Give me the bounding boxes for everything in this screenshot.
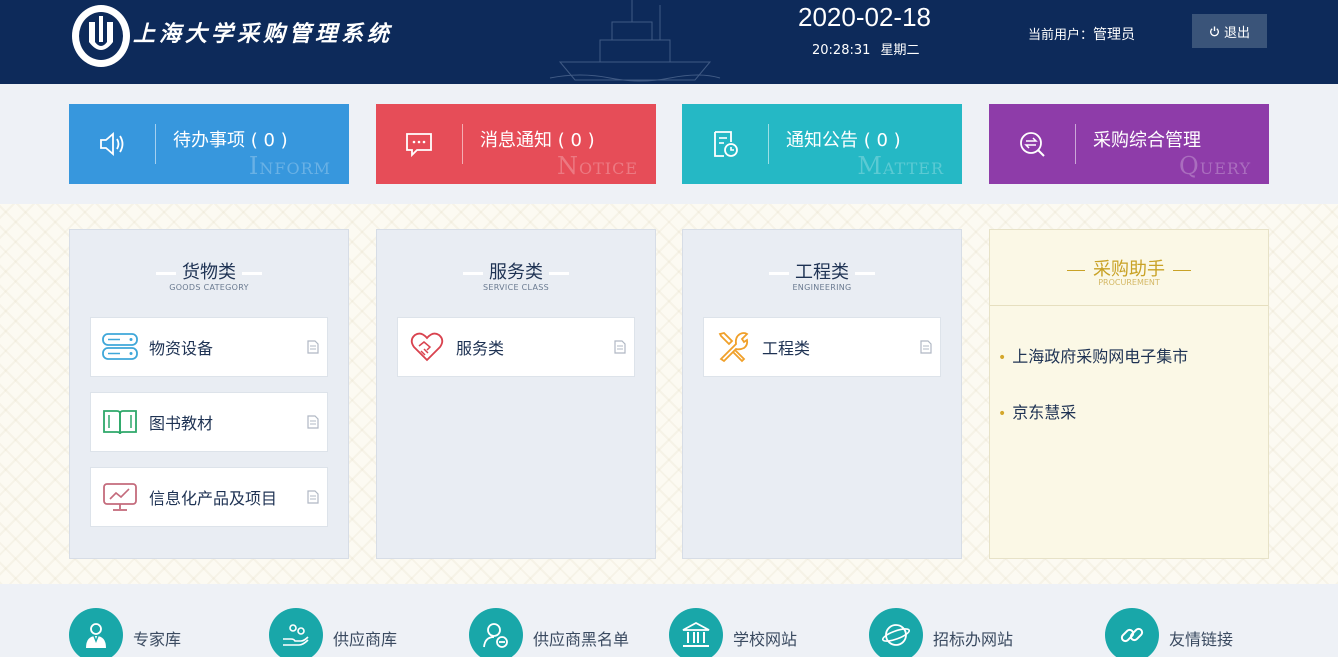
tile-messages[interactable]: 消息通知 ( 0 ) NOTICE	[376, 104, 656, 184]
panel-service-title: 服务类	[377, 258, 655, 284]
panel-goods-title: 货物类	[70, 258, 348, 284]
power-icon	[1209, 25, 1219, 36]
quick-link-school-site-label: 学校网站	[733, 630, 798, 649]
quick-link-supplier-blacklist[interactable]: 供应商黑名单	[469, 608, 629, 657]
document-icon	[307, 415, 319, 429]
document-icon	[307, 340, 319, 354]
quick-link-supplier-blacklist-label: 供应商黑名单	[533, 630, 630, 649]
quick-link-experts-label: 专家库	[133, 630, 182, 649]
helper-subtitle: PROCUREMENT	[1098, 278, 1160, 287]
quick-link-bidding-office-label: 招标办网站	[933, 630, 1014, 649]
tile-messages-ghost: NOTICE	[556, 152, 638, 180]
document-icon	[307, 490, 319, 504]
tile-procurement-management[interactable]: 采购综合管理 QUERY	[989, 104, 1269, 184]
search-exchange-icon	[1020, 132, 1045, 157]
item-it-products-label: 信息化产品及项目	[149, 489, 278, 508]
chat-icon	[406, 133, 432, 158]
weekday: 星期二	[880, 43, 920, 58]
quick-link-experts[interactable]: 专家库	[69, 608, 181, 657]
panel-service-subtitle: SERVICE CLASS	[482, 283, 550, 292]
ship-illustration-icon	[549, 0, 721, 82]
book-icon	[103, 410, 137, 435]
quick-link-suppliers[interactable]: 供应商库	[269, 608, 397, 657]
quick-link-friendly-links-label: 友情链接	[1169, 630, 1234, 649]
item-service-label: 服务类	[456, 339, 505, 358]
panel-procurement-helper: 采购助手 PROCUREMENT 上海政府采购网电子集市 京东慧采	[989, 229, 1269, 559]
building-icon	[682, 621, 710, 647]
server-icon	[102, 333, 138, 360]
helper-divider	[990, 305, 1268, 306]
document-icon	[920, 340, 932, 354]
current-user-label: 当前用户：	[1028, 28, 1094, 43]
current-user-name: 管理员	[1093, 27, 1136, 43]
item-books[interactable]: 图书教材	[90, 392, 328, 452]
current-user: 当前用户：管理员	[1028, 24, 1135, 44]
panel-engineering-title: 工程类	[683, 258, 961, 284]
item-equipment[interactable]: 物资设备	[90, 317, 328, 377]
document-icon	[614, 340, 626, 354]
expert-icon	[86, 623, 106, 648]
item-equipment-label: 物资设备	[149, 339, 214, 358]
tools-icon	[718, 332, 749, 363]
tile-todo-label: 待办事项 ( 0 )	[173, 130, 288, 151]
tile-todo-ghost: INFORM	[248, 152, 331, 180]
quick-link-school-site[interactable]: 学校网站	[669, 608, 797, 657]
clock-time: 20:28:31	[812, 43, 871, 58]
university-logo-icon	[72, 5, 130, 67]
heart-handshake-icon	[410, 332, 444, 362]
quick-link-bidding-office[interactable]: 招标办网站	[869, 608, 1013, 657]
document-clock-icon	[714, 131, 738, 157]
current-date: 2020-02-18	[798, 2, 931, 32]
system-title: 上海大学采购管理系统	[133, 21, 394, 47]
item-it-products[interactable]: 信息化产品及项目	[90, 467, 328, 527]
quick-link-friendly-links[interactable]: 友情链接	[1105, 608, 1233, 657]
hand-coins-icon	[283, 624, 309, 646]
top-header: 上海大学采购管理系统 2020-02-18 20:28:31 星期二 当前用户：…	[0, 0, 1338, 84]
item-service[interactable]: 服务类	[397, 317, 635, 377]
tile-procurement-label: 采购综合管理	[1093, 130, 1201, 151]
tile-messages-label: 消息通知 ( 0 )	[480, 130, 595, 151]
logout-label: 退出	[1223, 25, 1250, 41]
monitor-chart-icon	[103, 483, 137, 511]
panel-engineering-subtitle: ENGINEERING	[792, 283, 852, 292]
tile-announcements-ghost: MATTER	[857, 152, 944, 180]
panel-engineering: 工程类 ENGINEERING 工程类	[682, 229, 962, 559]
panel-goods-subtitle: GOODS CATEGORY	[169, 283, 249, 292]
helper-link-jd[interactable]: 京东慧采	[998, 399, 1076, 423]
speaker-icon	[100, 132, 124, 156]
item-engineering-label: 工程类	[762, 339, 811, 358]
current-time: 20:28:31 星期二	[812, 39, 920, 58]
panel-service: 服务类 SERVICE CLASS 服务类	[376, 229, 656, 559]
tile-procurement-ghost: QUERY	[1179, 152, 1251, 180]
helper-link-shanghai-gov[interactable]: 上海政府采购网电子集市	[998, 343, 1188, 367]
panel-goods: 货物类 GOODS CATEGORY 物资设备 图书教材 信息化产品及项目	[69, 229, 349, 559]
link-icon	[1120, 627, 1144, 643]
tile-announcements[interactable]: 通知公告 ( 0 ) MATTER	[682, 104, 962, 184]
logout-button[interactable]: 退出	[1192, 14, 1267, 48]
quick-link-suppliers-label: 供应商库	[333, 630, 398, 649]
tile-todo[interactable]: 待办事项 ( 0 ) INFORM	[69, 104, 349, 184]
item-engineering[interactable]: 工程类	[703, 317, 941, 377]
user-block-icon	[483, 623, 508, 648]
item-books-label: 图书教材	[149, 414, 214, 433]
planet-icon	[881, 624, 911, 646]
tile-announcements-label: 通知公告 ( 0 )	[786, 130, 901, 151]
